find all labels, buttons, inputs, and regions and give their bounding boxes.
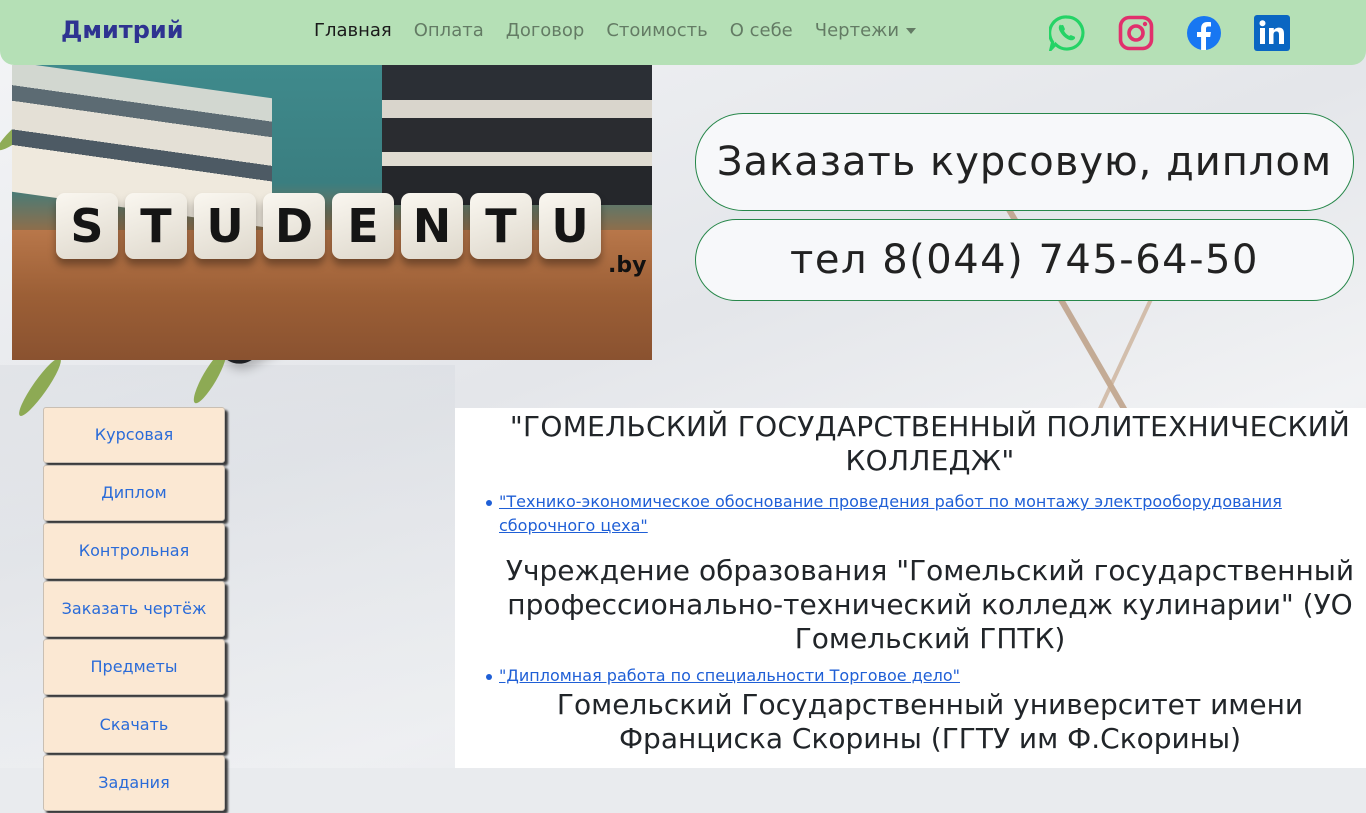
navbar: Дмитрий Главная Оплата Договор Стоимость… [0, 0, 1366, 65]
sidebar-menu: Курсовая Диплом Контрольная Заказать чер… [43, 407, 225, 813]
nav-link-payment[interactable]: Оплата [414, 20, 484, 41]
list-item: "Дипломная работа по специальности Торго… [486, 664, 1286, 688]
section-heading-polytechnic: "ГОМЕЛЬСКИЙ ГОСУДАРСТВЕННЫЙ ПОЛИТЕХНИЧЕС… [509, 410, 1351, 477]
letter-cubes: S T U D E N T U [56, 193, 608, 259]
nav-dropdown-label: Чертежи [814, 20, 900, 41]
content-panel: "ГОМЕЛЬСКИЙ ГОСУДАРСТВЕННЫЙ ПОЛИТЕХНИЧЕС… [455, 408, 1366, 768]
nav-link-about[interactable]: О себе [730, 20, 793, 41]
sidebar-item-download[interactable]: Скачать [43, 697, 225, 753]
domain-suffix: .by [608, 253, 647, 278]
letter-cube: N [401, 193, 463, 259]
section-heading-skorina-university: Гомельский Государственный университет и… [556, 688, 1304, 755]
letter-cube: T [470, 193, 532, 259]
order-coursework-button[interactable]: Заказать курсовую, диплом [695, 113, 1354, 211]
phone-button[interactable]: тел 8(044) 745-64-50 [695, 219, 1354, 301]
letter-cube: E [332, 193, 394, 259]
nav-link-contract[interactable]: Договор [506, 20, 585, 41]
section-heading-culinary-college: Учреждение образования "Гомельский госуд… [505, 554, 1355, 655]
sidebar-item-subjects[interactable]: Предметы [43, 639, 225, 695]
whatsapp-icon[interactable] [1049, 15, 1085, 51]
list-item: "Технико-экономическое обоснование прове… [486, 490, 1286, 538]
sidebar-item-order-drawing[interactable]: Заказать чертёж [43, 581, 225, 637]
instagram-icon[interactable] [1118, 15, 1154, 51]
sidebar-item-tasks[interactable]: Задания [43, 755, 225, 811]
letter-cube: T [125, 193, 187, 259]
link-text: "Дипломная работа по специальности Торго… [499, 666, 960, 685]
link-diploma-trade[interactable]: "Дипломная работа по специальности Торго… [499, 664, 1289, 688]
nav-link-home[interactable]: Главная [314, 20, 392, 41]
link-text: "Технико-экономическое обоснование прове… [499, 492, 1282, 535]
letter-cube: U [194, 193, 256, 259]
facebook-icon[interactable] [1186, 15, 1222, 51]
nav-dropdown-drawings[interactable]: Чертежи [814, 20, 917, 41]
hero-banner-image: S T U D E N T U .by [12, 65, 652, 360]
letter-cube: U [539, 193, 601, 259]
sidebar-item-coursework[interactable]: Курсовая [43, 407, 225, 463]
bullet-icon [486, 500, 492, 506]
sidebar-item-diploma[interactable]: Диплом [43, 465, 225, 521]
letter-cube: S [56, 193, 118, 259]
linkedin-icon[interactable] [1254, 15, 1290, 51]
link-feasibility-study[interactable]: "Технико-экономическое обоснование прове… [499, 490, 1289, 538]
nav-links: Главная Оплата Договор Стоимость О себе … [314, 20, 938, 41]
brand-logo[interactable]: Дмитрий [61, 16, 184, 44]
nav-link-price[interactable]: Стоимость [606, 20, 707, 41]
sidebar-item-test-work[interactable]: Контрольная [43, 523, 225, 579]
chevron-down-icon [906, 28, 917, 34]
letter-cube: D [263, 193, 325, 259]
bullet-icon [486, 674, 492, 680]
